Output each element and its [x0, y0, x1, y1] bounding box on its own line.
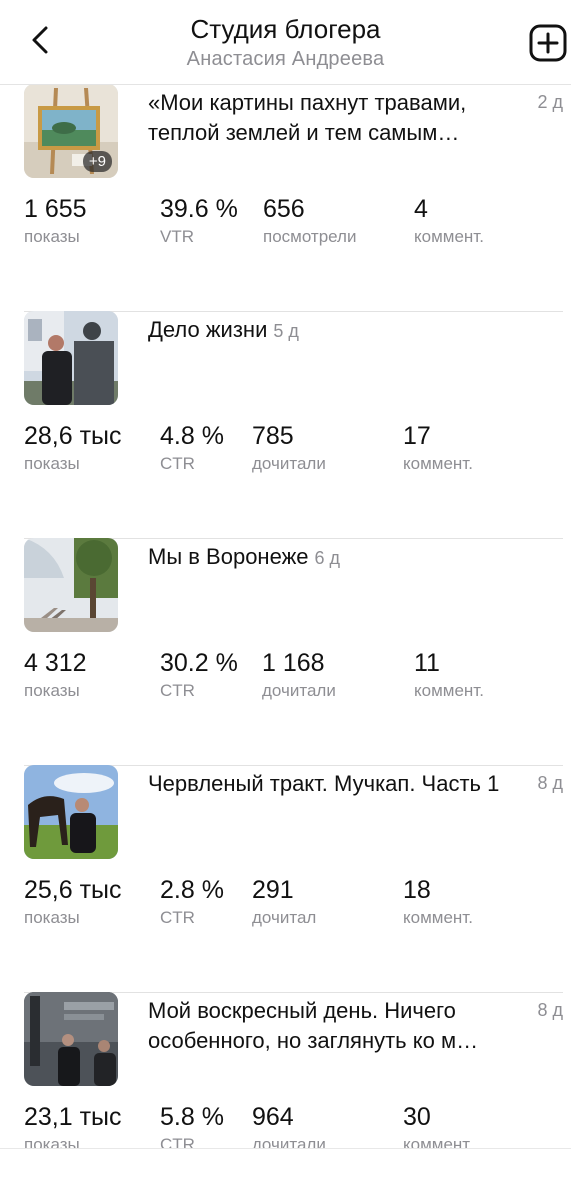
plus-square-icon [529, 24, 567, 62]
post-thumbnail: +9 [24, 84, 118, 178]
bottom-bar [0, 1148, 571, 1201]
stat-rate: 2.8 % CTR [160, 876, 224, 927]
page-subtitle: Анастасия Андреева [186, 48, 385, 70]
stat-comments: 17 коммент. [403, 422, 473, 473]
post-thumbnail [24, 992, 118, 1086]
top-bar: Студия блогера Анастасия Андреева [0, 0, 571, 85]
post-age: 6 д [314, 548, 341, 568]
post-item[interactable]: Дело жизни 5 д 28,6 тыс показы 4.8 % CTR … [0, 311, 571, 539]
stat-comments: 11 коммент. [414, 649, 484, 700]
post-title: Мой воскресный день. Ничего особенного, … [148, 998, 479, 1053]
posts-feed[interactable]: +9 «Мои картины пахнут травами, теплой з… [0, 84, 571, 1148]
photo-count-badge: +9 [82, 151, 112, 172]
stat-rate: 5.8 % CTR [160, 1103, 224, 1148]
stat-rate: 30.2 % CTR [160, 649, 238, 700]
post-item[interactable]: +9 «Мои картины пахнут травами, теплой з… [0, 84, 571, 312]
post-thumbnail [24, 538, 118, 632]
stat-impressions: 1 655 показы [24, 195, 87, 246]
add-post-button[interactable] [529, 24, 567, 62]
stat-impressions: 25,6 тыс показы [24, 876, 122, 927]
post-age: 8 д [537, 1000, 563, 1020]
post-title: Дело жизни 5 д [148, 317, 299, 342]
post-item[interactable]: Червленый тракт. Мучкап. Часть 1 8 д 25,… [0, 765, 571, 993]
page-title: Студия блогера [190, 14, 381, 44]
post-title: Червленый тракт. Мучкап. Часть 1 [148, 771, 500, 796]
stat-reads: 964 дочитали [252, 1103, 326, 1148]
post-age: 8 д [537, 773, 563, 793]
stat-comments: 30 коммент. [403, 1103, 473, 1148]
post-age: 2 д [537, 92, 563, 112]
stat-rate: 39.6 % VTR [160, 195, 238, 246]
stat-reads: 1 168 дочитали [262, 649, 336, 700]
stat-impressions: 23,1 тыс показы [24, 1103, 122, 1148]
stat-rate: 4.8 % CTR [160, 422, 224, 473]
stat-reads: 656 посмотрели [263, 195, 357, 246]
stat-impressions: 4 312 показы [24, 649, 87, 700]
stat-comments: 18 коммент. [403, 876, 473, 927]
post-item[interactable]: Мой воскресный день. Ничего особенного, … [0, 992, 571, 1148]
post-thumbnail [24, 765, 118, 859]
stat-impressions: 28,6 тыс показы [24, 422, 122, 473]
post-title: «Мои картины пахнут травами, теплой земл… [148, 90, 467, 145]
stat-reads: 291 дочитал [252, 876, 317, 927]
stat-reads: 785 дочитали [252, 422, 326, 473]
stat-comments: 4 коммент. [414, 195, 484, 246]
post-title: Мы в Воронеже 6 д [148, 544, 341, 569]
post-age: 5 д [273, 321, 299, 341]
post-thumbnail [24, 311, 118, 405]
post-item[interactable]: Мы в Воронеже 6 д 4 312 показы 30.2 % CTR… [0, 538, 571, 766]
